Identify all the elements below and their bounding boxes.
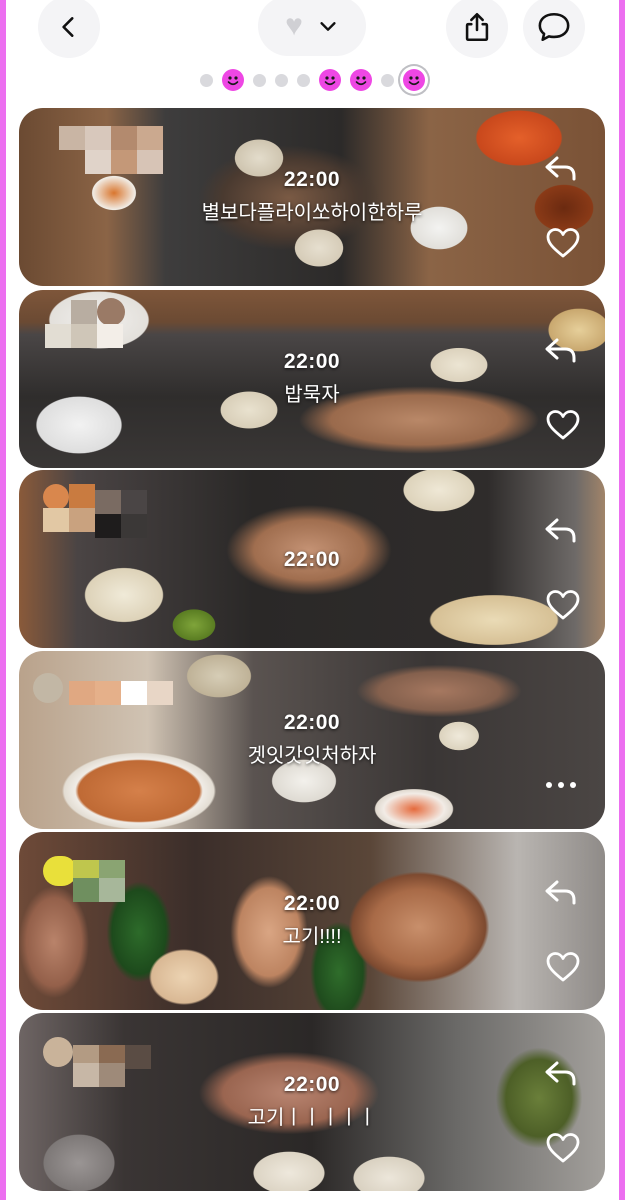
smiley-icon (324, 76, 336, 86)
post-time: 22:00 (283, 168, 341, 191)
share-icon (465, 12, 489, 42)
post-overlay: 22:00 (19, 548, 605, 572)
avatar[interactable] (33, 298, 169, 356)
more-icon[interactable] (541, 775, 581, 795)
post-time: 22:00 (283, 711, 341, 734)
smiley-dot[interactable] (319, 69, 341, 91)
post-caption: 별보다플라이쏘하이한하루 (201, 202, 423, 224)
reply-icon[interactable] (541, 1057, 581, 1089)
heart-icon[interactable] (545, 950, 581, 984)
reply-icon[interactable] (541, 876, 581, 908)
chat-button[interactable] (523, 0, 585, 58)
reply-icon[interactable] (541, 514, 581, 546)
reply-icon[interactable] (541, 334, 581, 366)
avatar[interactable] (33, 480, 169, 538)
smiley-icon (227, 76, 239, 86)
post-time: 22:00 (283, 350, 341, 373)
post-card[interactable]: 22:00 고기!!!! (19, 832, 605, 1010)
post-overlay: 22:00 별보다플라이쏘하이한하루 (19, 168, 605, 225)
post-caption: 고기ㅣㅣㅣㅣㅣ (247, 1107, 377, 1129)
smiley-dot[interactable] (222, 69, 244, 91)
page-dot[interactable] (381, 73, 394, 87)
chevron-left-icon (62, 17, 74, 37)
post-card[interactable]: 22:00 (19, 470, 605, 648)
page-indicator (0, 66, 625, 94)
heart-icon: ♥ (285, 9, 303, 42)
post-card[interactable]: 22:00 별보다플라이쏘하이한하루 (19, 108, 605, 286)
smiley-icon (408, 76, 420, 86)
post-card[interactable]: 22:00 밥묵자 (19, 290, 605, 468)
back-button[interactable] (38, 0, 100, 58)
post-card[interactable]: 22:00 고기ㅣㅣㅣㅣㅣ (19, 1013, 605, 1191)
share-button[interactable] (446, 0, 508, 58)
post-overlay: 22:00 고기!!!! (19, 892, 605, 949)
post-overlay: 22:00 고기ㅣㅣㅣㅣㅣ (19, 1073, 605, 1130)
heart-icon[interactable] (545, 226, 581, 260)
chevron-down-icon (320, 22, 336, 31)
page-dot[interactable] (200, 73, 213, 87)
page-dot[interactable] (297, 73, 310, 87)
post-caption: 밥묵자 (284, 384, 340, 406)
post-caption: 겟잇갓잇처하자 (247, 745, 377, 767)
post-time: 22:00 (283, 1073, 341, 1096)
smiley-dot-active[interactable] (403, 69, 425, 91)
smiley-icon (355, 76, 367, 86)
heart-icon[interactable] (545, 588, 581, 622)
chat-bubble-icon (538, 12, 570, 42)
avatar[interactable] (33, 842, 169, 902)
avatar[interactable] (33, 118, 169, 174)
post-time: 22:00 (283, 548, 341, 571)
smiley-dot[interactable] (350, 69, 372, 91)
post-card[interactable]: 22:00 겟잇갓잇처하자 (19, 651, 605, 829)
post-time: 22:00 (283, 892, 341, 915)
heart-icon[interactable] (545, 1131, 581, 1165)
filter-dropdown[interactable]: ♥ (258, 0, 366, 56)
page-dot[interactable] (275, 73, 288, 87)
heart-icon[interactable] (545, 408, 581, 442)
page-dot[interactable] (253, 73, 266, 87)
post-overlay: 22:00 밥묵자 (19, 350, 605, 407)
post-overlay: 22:00 겟잇갓잇처하자 (19, 711, 605, 768)
avatar[interactable] (33, 1023, 169, 1087)
avatar[interactable] (33, 661, 173, 717)
top-bar: ♥ (0, 0, 625, 60)
post-caption: 고기!!!! (282, 926, 342, 948)
reply-icon[interactable] (541, 152, 581, 184)
